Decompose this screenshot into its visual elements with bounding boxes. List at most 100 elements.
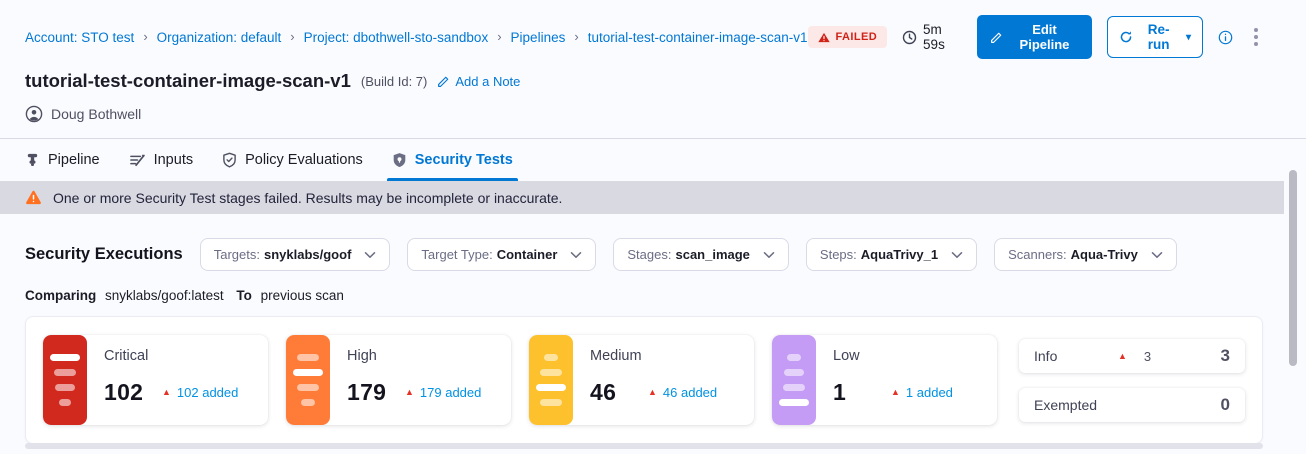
comparing-label: Comparing: [25, 288, 96, 303]
delta-label: 46 added: [663, 385, 717, 400]
tab-label: Security Tests: [415, 152, 513, 168]
info-count: 3: [1221, 346, 1230, 366]
refresh-icon: [1119, 30, 1133, 44]
sliders-edit-icon: [129, 152, 146, 168]
info-circle-icon[interactable]: [1218, 30, 1233, 45]
filter-label: Stages:: [627, 247, 671, 262]
severity-name: Low: [833, 348, 997, 364]
duration: 5m 59s: [902, 22, 962, 52]
tab-label: Policy Evaluations: [245, 152, 363, 168]
comparison-line: Comparing snyklabs/goof:latest To previo…: [25, 288, 1281, 303]
severity-name: Medium: [590, 348, 754, 364]
delta-up-icon: ▲: [648, 388, 657, 397]
chevron-down-icon: [763, 251, 775, 259]
warning-triangle-icon: [25, 190, 42, 205]
filter-value: Container: [497, 247, 558, 262]
severity-card-low[interactable]: Low 1 ▲ 1 added: [772, 335, 997, 425]
breadcrumb: Account: STO test › Organization: defaul…: [25, 30, 808, 45]
severity-delta: ▲ 179 added: [405, 385, 481, 400]
severity-card-critical[interactable]: Critical 102 ▲ 102 added: [43, 335, 268, 425]
vertical-scrollbar[interactable]: [1289, 170, 1297, 366]
chevron-down-icon: [570, 251, 582, 259]
filter-value: AquaTrivy_1: [861, 247, 938, 262]
filter-label: Target Type:: [421, 247, 492, 262]
security-executions-section: Security Executions Targets: snyklabs/go…: [0, 214, 1306, 444]
warning-triangle-icon: [818, 32, 830, 43]
breadcrumb-account[interactable]: Account: STO test: [25, 30, 134, 45]
severity-count: 179: [347, 379, 405, 406]
rerun-label: Re-run: [1140, 22, 1177, 52]
build-id: (Build Id: 7): [361, 74, 427, 89]
duration-value: 5m 59s: [923, 22, 962, 52]
rerun-button[interactable]: Re-run ▾: [1107, 16, 1203, 58]
chevron-down-icon: [364, 251, 376, 259]
section-heading: Security Executions: [25, 245, 183, 264]
pipeline-icon: [25, 152, 40, 168]
filter-targets[interactable]: Targets: snyklabs/goof: [200, 238, 391, 271]
breadcrumb-current-pipeline[interactable]: tutorial-test-container-image-scan-v1: [588, 30, 808, 45]
edit-pipeline-button[interactable]: Edit Pipeline: [977, 15, 1093, 59]
severity-gauge-icon: [286, 335, 330, 425]
filter-steps[interactable]: Steps: AquaTrivy_1: [806, 238, 977, 271]
breadcrumb-organization[interactable]: Organization: default: [157, 30, 282, 45]
edit-pipeline-label: Edit Pipeline: [1010, 22, 1080, 52]
info-label: Info: [1034, 348, 1118, 364]
filter-label: Targets:: [214, 247, 260, 262]
filter-value: Aqua-Trivy: [1071, 247, 1138, 262]
kebab-menu-icon[interactable]: [1248, 24, 1264, 50]
severity-name: High: [347, 348, 511, 364]
delta-up-icon: ▲: [1118, 352, 1127, 361]
filter-value: scan_image: [675, 247, 749, 262]
tab-label: Inputs: [154, 152, 194, 168]
severity-delta: ▲ 1 added: [891, 385, 953, 400]
status-badge-label: FAILED: [836, 31, 878, 43]
caret-down-icon: ▾: [1186, 32, 1191, 43]
delta-up-icon: ▲: [891, 388, 900, 397]
filter-stages[interactable]: Stages: scan_image: [613, 238, 789, 271]
add-note-link[interactable]: Add a Note: [437, 74, 520, 89]
pencil-icon: [990, 31, 1003, 44]
filter-target-type[interactable]: Target Type: Container: [407, 238, 596, 271]
delta-label: 1 added: [906, 385, 953, 400]
severity-card-medium[interactable]: Medium 46 ▲ 46 added: [529, 335, 754, 425]
tab-security-tests[interactable]: Security Tests: [392, 139, 513, 181]
filter-label: Scanners:: [1008, 247, 1067, 262]
shield-security-icon: [392, 152, 407, 168]
status-badge: FAILED: [808, 26, 888, 48]
title-row: tutorial-test-container-image-scan-v1 (B…: [0, 59, 1306, 92]
filter-value: snyklabs/goof: [264, 247, 351, 262]
delta-label: 179 added: [420, 385, 481, 400]
severity-gauge-icon: [772, 335, 816, 425]
breadcrumb-project[interactable]: Project: dbothwell-sto-sandbox: [304, 30, 489, 45]
filter-scanners[interactable]: Scanners: Aqua-Trivy: [994, 238, 1177, 271]
author-name: Doug Bothwell: [51, 106, 141, 122]
severity-name: Critical: [104, 348, 268, 364]
exempted-label: Exempted: [1034, 397, 1118, 413]
tab-pipeline[interactable]: Pipeline: [25, 139, 100, 181]
horizontal-scrollbar[interactable]: [25, 443, 1263, 449]
severity-gauge-icon: [43, 335, 87, 425]
breadcrumb-pipelines[interactable]: Pipelines: [511, 30, 566, 45]
delta-up-icon: ▲: [162, 388, 171, 397]
chevron-down-icon: [1151, 251, 1163, 259]
severity-card-high[interactable]: High 179 ▲ 179 added: [286, 335, 511, 425]
comparison-target: previous scan: [261, 288, 344, 303]
tab-policy-evaluations[interactable]: Policy Evaluations: [222, 139, 363, 181]
warning-banner-message: One or more Security Test stages failed.…: [53, 190, 562, 206]
info-card[interactable]: Info ▲ 3 3: [1019, 339, 1245, 373]
severity-summary-card: Critical 102 ▲ 102 added High 179: [25, 316, 1263, 444]
severity-count: 102: [104, 379, 162, 406]
tab-bar: Pipeline Inputs Policy Evaluations Secur…: [0, 138, 1306, 181]
exempted-card[interactable]: Exempted 0: [1019, 388, 1245, 422]
severity-delta: ▲ 46 added: [648, 385, 717, 400]
severity-count: 1: [833, 379, 891, 406]
delta-up-icon: ▲: [405, 388, 414, 397]
shield-check-icon: [222, 152, 237, 168]
author-row: Doug Bothwell: [0, 92, 1306, 123]
page-title: tutorial-test-container-image-scan-v1: [25, 70, 351, 92]
top-actions: FAILED 5m 59s Edit Pipeline Re-run ▾: [808, 15, 1264, 59]
info-delta: ▲ 3: [1118, 349, 1151, 364]
severity-gauge-icon: [529, 335, 573, 425]
exempted-count: 0: [1221, 395, 1230, 415]
tab-inputs[interactable]: Inputs: [129, 139, 194, 181]
